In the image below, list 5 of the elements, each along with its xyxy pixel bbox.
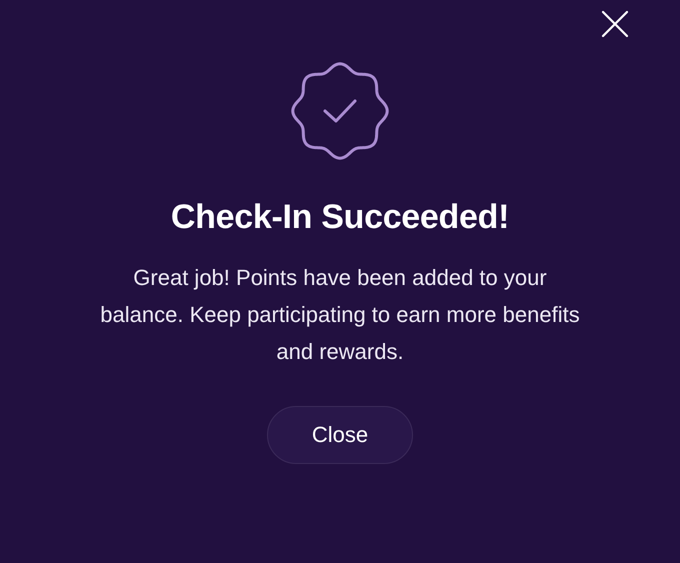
close-button[interactable]: Close xyxy=(267,406,413,464)
dialog-title: Check-In Succeeded! xyxy=(170,198,510,237)
check-badge-icon xyxy=(291,62,389,160)
dialog-message: Great job! Points have been added to your balance. Keep participating to earn more benefits and rewards. xyxy=(100,264,580,366)
close-icon-button[interactable] xyxy=(600,9,630,39)
